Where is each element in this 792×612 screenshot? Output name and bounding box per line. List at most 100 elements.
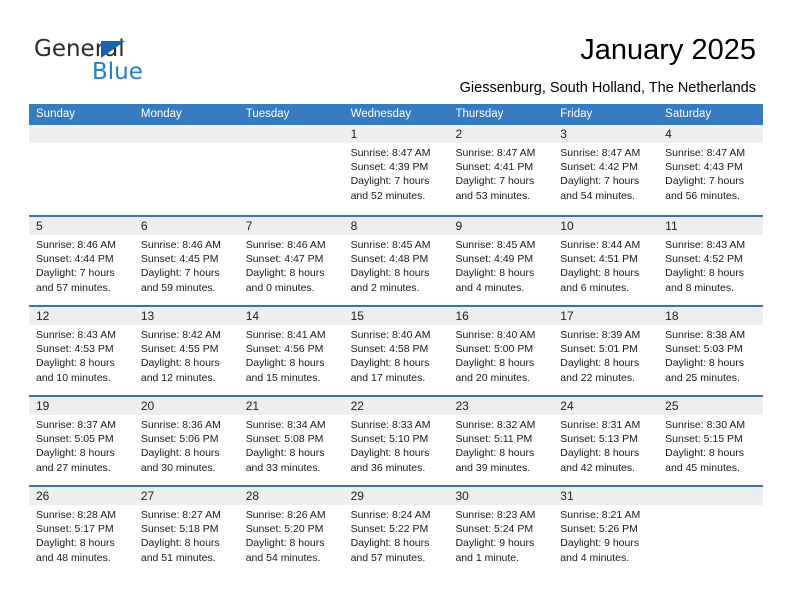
calendar-day-cell[interactable]: 30 Sunrise: 8:23 AM Sunset: 5:24 PM Dayligh…	[448, 487, 554, 575]
day-info-line: Sunrise: 8:33 AM	[350, 419, 431, 431]
calendar-day-cell[interactable]: 1 Sunrise: 8:47 AM Sunset: 4:39 PM Daylight…	[343, 125, 449, 215]
day-sun-info: Sunrise: 8:47 AM Sunset: 4:42 PM Daylight:…	[553, 143, 658, 203]
calendar-day-cell[interactable]: 31 Sunrise: 8:21 AM Sunset: 5:26 PM Dayligh…	[553, 487, 659, 575]
day-info-line: Daylight: 8 hours	[350, 447, 430, 460]
day-info-line: Sunset: 5:22 PM	[350, 523, 429, 536]
calendar-day-cell[interactable]: 19 Sunrise: 8:37 AM Sunset: 5:05 PM Dayligh…	[29, 397, 134, 485]
calendar-day-cell[interactable]: 21 Sunrise: 8:34 AM Sunset: 5:08 PM Dayligh…	[238, 397, 344, 485]
calendar-day-cell[interactable]: 16 Sunrise: 8:40 AM Sunset: 5:00 PM Dayligh…	[448, 307, 554, 395]
day-info-line: Sunrise: 8:31 AM	[560, 419, 641, 431]
day-info-line: Sunrise: 8:46 AM	[36, 239, 116, 251]
day-info-line: and 17 minutes.	[350, 371, 426, 384]
calendar-day-empty[interactable]	[29, 125, 134, 215]
day-info-line: Sunrise: 8:21 AM	[560, 509, 641, 521]
day-info-line: Sunrise: 8:32 AM	[455, 419, 536, 431]
day-sun-info: Sunrise: 8:38 AM Sunset: 5:03 PM Daylight:…	[658, 325, 763, 385]
day-number: 27	[133, 487, 239, 505]
day-sun-info: Sunrise: 8:34 AM Sunset: 5:08 PM Daylight:…	[239, 415, 344, 475]
calendar-day-cell[interactable]: 14 Sunrise: 8:41 AM Sunset: 4:56 PM Dayligh…	[238, 307, 344, 395]
day-info-line: Sunset: 4:41 PM	[455, 161, 534, 174]
day-number: 9	[448, 217, 554, 235]
calendar-day-cell[interactable]: 27 Sunrise: 8:27 AM Sunset: 5:18 PM Dayligh…	[133, 487, 239, 575]
day-info-line: Sunset: 4:56 PM	[245, 343, 324, 356]
day-sun-info: Sunrise: 8:45 AM Sunset: 4:48 PM Daylight:…	[344, 235, 449, 295]
calendar-day-cell[interactable]: 25 Sunrise: 8:30 AM Sunset: 5:15 PM Dayligh…	[658, 397, 764, 485]
day-info-line: Daylight: 7 hours	[350, 175, 430, 188]
day-number: 2	[448, 125, 554, 143]
day-info-line: Sunset: 5:15 PM	[665, 433, 743, 446]
calendar-week-row: 19 Sunrise: 8:37 AM Sunset: 5:05 PM Dayligh…	[29, 395, 764, 485]
calendar-day-cell[interactable]: 9 Sunrise: 8:45 AM Sunset: 4:49 PM Daylight…	[448, 217, 554, 305]
day-number: 14	[238, 307, 344, 325]
day-info-line: and 30 minutes.	[140, 461, 216, 474]
day-info-line: and 15 minutes.	[245, 371, 321, 384]
calendar-day-cell[interactable]: 22 Sunrise: 8:33 AM Sunset: 5:10 PM Dayligh…	[343, 397, 449, 485]
day-info-line: Sunset: 5:00 PM	[455, 343, 534, 356]
calendar-day-cell[interactable]: 15 Sunrise: 8:40 AM Sunset: 4:58 PM Dayligh…	[343, 307, 449, 395]
day-number: 7	[238, 217, 344, 235]
weekday-header-row: Sunday Monday Tuesday Wednesday Thursday Frid…	[29, 104, 763, 125]
calendar-day-cell[interactable]: 23 Sunrise: 8:32 AM Sunset: 5:11 PM Dayligh…	[448, 397, 554, 485]
day-info-line: Daylight: 7 hours	[560, 175, 640, 188]
general-blue-logo[interactable]: General Blue	[34, 36, 264, 92]
day-info-line: Daylight: 8 hours	[36, 357, 115, 370]
calendar-week-row: 26 Sunrise: 8:28 AM Sunset: 5:17 PM Dayligh…	[29, 485, 764, 575]
day-number: 23	[448, 397, 554, 415]
day-sun-info: Sunrise: 8:45 AM Sunset: 4:49 PM Daylight:…	[448, 235, 553, 295]
weekday-header-tuesday: Tuesday	[245, 108, 290, 120]
day-number: 10	[553, 217, 659, 235]
day-info-line: Sunrise: 8:47 AM	[560, 147, 641, 159]
calendar-day-cell[interactable]: 11 Sunrise: 8:43 AM Sunset: 4:52 PM Dayligh…	[658, 217, 764, 305]
day-sun-info: Sunrise: 8:37 AM Sunset: 5:05 PM Daylight:…	[29, 415, 134, 475]
day-info-line: and 57 minutes.	[350, 551, 426, 564]
day-info-line: Sunset: 4:43 PM	[665, 161, 743, 174]
calendar-day-cell[interactable]: 26 Sunrise: 8:28 AM Sunset: 5:17 PM Dayligh…	[29, 487, 134, 575]
day-sun-info: Sunrise: 8:28 AM Sunset: 5:17 PM Daylight:…	[29, 505, 134, 565]
day-info-line: and 22 minutes.	[560, 371, 636, 384]
calendar-day-empty[interactable]	[133, 125, 239, 215]
day-info-line: and 59 minutes.	[140, 281, 216, 294]
day-sun-info: Sunrise: 8:44 AM Sunset: 4:51 PM Daylight:…	[553, 235, 658, 295]
day-number: 3	[553, 125, 659, 143]
day-info-line: Sunset: 5:08 PM	[245, 433, 324, 446]
day-info-line: Sunset: 4:58 PM	[350, 343, 429, 356]
day-sun-info: Sunrise: 8:47 AM Sunset: 4:43 PM Daylight:…	[658, 143, 763, 203]
calendar-day-cell[interactable]: 20 Sunrise: 8:36 AM Sunset: 5:06 PM Dayligh…	[133, 397, 239, 485]
day-number: 21	[238, 397, 344, 415]
day-info-line: Sunrise: 8:41 AM	[245, 329, 326, 341]
calendar-day-cell[interactable]: 2 Sunrise: 8:47 AM Sunset: 4:41 PM Daylight…	[448, 125, 554, 215]
calendar-day-cell[interactable]: 17 Sunrise: 8:39 AM Sunset: 5:01 PM Dayligh…	[553, 307, 659, 395]
calendar-day-empty[interactable]	[658, 487, 764, 575]
calendar-day-cell[interactable]: 6 Sunrise: 8:46 AM Sunset: 4:45 PM Daylight…	[133, 217, 239, 305]
day-info-line: Sunset: 4:53 PM	[36, 343, 114, 356]
calendar-day-cell[interactable]: 3 Sunrise: 8:47 AM Sunset: 4:42 PM Daylight…	[553, 125, 659, 215]
calendar-day-cell[interactable]: 4 Sunrise: 8:47 AM Sunset: 4:43 PM Daylight…	[658, 125, 764, 215]
calendar-day-cell[interactable]: 8 Sunrise: 8:45 AM Sunset: 4:48 PM Daylight…	[343, 217, 449, 305]
day-info-line: Sunrise: 8:26 AM	[245, 509, 326, 521]
day-info-line: Daylight: 8 hours	[350, 537, 430, 550]
day-info-line: Sunset: 4:49 PM	[455, 253, 534, 266]
day-sun-info: Sunrise: 8:27 AM Sunset: 5:18 PM Daylight:…	[134, 505, 239, 565]
day-number	[658, 487, 764, 505]
day-number: 4	[658, 125, 764, 143]
calendar-day-cell[interactable]: 29 Sunrise: 8:24 AM Sunset: 5:22 PM Dayligh…	[343, 487, 449, 575]
calendar-day-cell[interactable]: 24 Sunrise: 8:31 AM Sunset: 5:13 PM Dayligh…	[553, 397, 659, 485]
day-info-line: Sunset: 4:45 PM	[140, 253, 219, 266]
day-info-line: Sunrise: 8:43 AM	[36, 329, 116, 341]
calendar-day-cell[interactable]: 5 Sunrise: 8:46 AM Sunset: 4:44 PM Daylight…	[29, 217, 134, 305]
calendar-day-cell[interactable]: 10 Sunrise: 8:44 AM Sunset: 4:51 PM Dayligh…	[553, 217, 659, 305]
calendar-day-cell[interactable]: 28 Sunrise: 8:26 AM Sunset: 5:20 PM Dayligh…	[238, 487, 344, 575]
day-info-line: Sunrise: 8:34 AM	[245, 419, 326, 431]
day-info-line: Daylight: 8 hours	[36, 447, 115, 460]
day-info-line: Daylight: 8 hours	[665, 447, 744, 460]
calendar-day-cell[interactable]: 12 Sunrise: 8:43 AM Sunset: 4:53 PM Dayligh…	[29, 307, 134, 395]
day-info-line: Sunrise: 8:37 AM	[36, 419, 116, 431]
day-info-line: and 56 minutes.	[665, 189, 740, 202]
calendar-day-cell[interactable]: 13 Sunrise: 8:42 AM Sunset: 4:55 PM Dayligh…	[133, 307, 239, 395]
calendar-day-cell[interactable]: 18 Sunrise: 8:38 AM Sunset: 5:03 PM Dayligh…	[658, 307, 764, 395]
calendar-day-cell[interactable]: 7 Sunrise: 8:46 AM Sunset: 4:47 PM Daylight…	[238, 217, 344, 305]
day-info-line: Daylight: 8 hours	[245, 357, 325, 370]
day-number: 25	[658, 397, 764, 415]
calendar-day-empty[interactable]	[238, 125, 344, 215]
day-number: 19	[29, 397, 134, 415]
